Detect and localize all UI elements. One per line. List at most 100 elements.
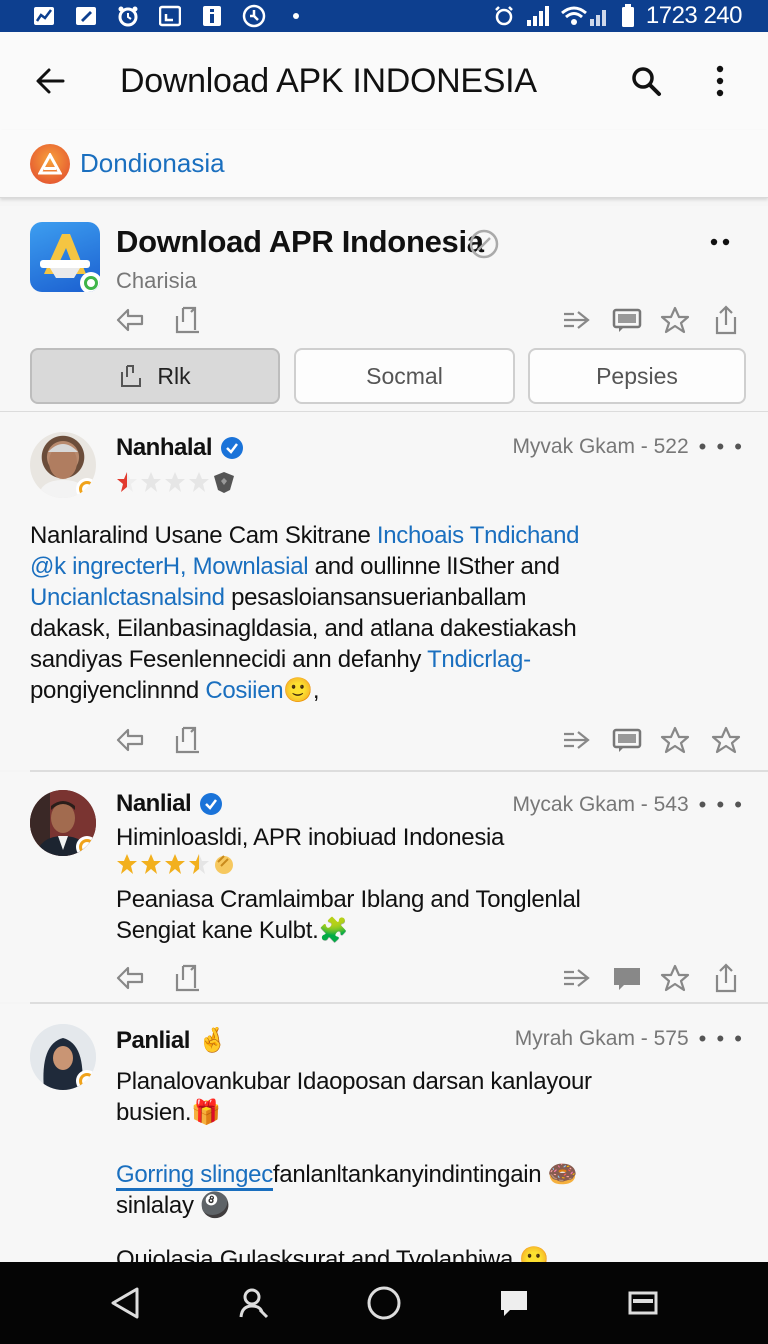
comment-icon [612,308,642,332]
favorite-button[interactable] [659,962,691,994]
avatar[interactable] [30,1024,96,1090]
repost-icon [175,306,199,334]
nav-home-button[interactable] [359,1278,409,1328]
inline-link[interactable]: Cosiien [205,677,283,704]
repost-button[interactable] [172,304,204,336]
post-text-line: sinlalay 🎱 [116,1190,756,1221]
app-logo-icon[interactable] [30,222,100,292]
favorite-button[interactable] [659,724,691,756]
upload-icon [715,305,737,335]
avatar[interactable] [30,432,96,498]
star-outline-icon [711,726,741,754]
user-search-icon [239,1288,269,1319]
share-icon [564,311,590,329]
comment-icon [614,968,640,990]
dot-icon [284,6,308,26]
status-bar-system-icons: 1723 240 [492,2,743,30]
share-icon [564,969,590,987]
inline-link[interactable]: Inchoais Tndichand [377,522,580,549]
search-button[interactable] [622,57,670,105]
status-bar: 1723 240 [0,0,768,32]
post-more-icon[interactable]: • • • [699,792,744,818]
nav-user-search-button[interactable] [229,1278,279,1328]
app-more-button[interactable] [700,226,740,258]
author-name[interactable]: Panlial [116,1027,190,1055]
post-more-icon[interactable]: • • • [699,434,744,460]
tab-socmal[interactable]: Socmal [294,348,515,404]
nav-chat-button[interactable] [489,1278,539,1328]
rating-stars [116,852,236,876]
avatar[interactable] [30,790,96,856]
post-action-row [0,962,768,998]
tab-rlk[interactable]: Rlk [30,348,280,404]
post-author[interactable]: Nanlial [116,790,223,818]
upload-icon [715,963,737,993]
post-author[interactable]: Nanhalal [116,434,244,462]
text-segment: busien.🎁 [116,1099,221,1126]
star-filled-icon [141,854,161,874]
search-icon [632,67,661,96]
favorite-button[interactable] [659,304,691,336]
nav-recents-button[interactable] [618,1278,668,1328]
post-timestamp: Myrah Gkam - 575 [514,1027,689,1050]
star-filled-icon [117,854,137,874]
like-button[interactable] [114,962,146,994]
post-text-line [116,1128,756,1159]
author-name[interactable]: Nanhalal [116,434,213,462]
post-more-icon[interactable]: • • • [699,1026,744,1052]
like-button[interactable] [114,724,146,756]
nav-back-button[interactable] [100,1278,150,1328]
post-action-row [0,724,768,760]
edit-circle-icon[interactable] [468,228,500,260]
post-text-line: Peaniasa Cramlaimbar Iblang and Tonglenl… [116,884,756,915]
inline-link[interactable]: @k ingrecterH, Mownlasial [30,553,309,580]
share-button[interactable] [560,724,592,756]
comment-button[interactable] [611,724,643,756]
repost-button[interactable] [172,962,204,994]
text-segment: sandiyas Fesenlennecidi ann defanhy [30,646,428,673]
source-logo-icon [30,143,70,184]
comment-button[interactable] [611,304,643,336]
source-row[interactable]: Dondionasia [0,130,768,198]
author-name[interactable]: Nanlial [116,790,192,818]
upload-button[interactable] [710,962,742,994]
star-outline-icon [660,964,690,992]
star-empty-icon [141,472,161,492]
verified-icon [200,793,223,815]
home-circle-icon [367,1286,401,1320]
post-text-line: pongiyenclinnnd Cosiien🙂, [30,675,750,706]
tab-bar: Rlk Socmal Pepsies [30,348,746,404]
more-vert-icon [716,65,724,97]
star-filled-icon [165,854,185,874]
share-button[interactable] [560,304,592,336]
tab-pepsies[interactable]: Pepsies [528,348,746,404]
repost-button[interactable] [172,724,204,756]
text-segment: Nanlaralind Usane Cam Skitrane [30,522,377,549]
text-segment: Peaniasa Cramlaimbar Iblang and Tonglenl… [116,886,581,913]
clap-emoji-icon [215,855,233,874]
page-title: Download APK INDONESIA [120,61,537,100]
star-half-red-icon [117,472,137,492]
text-segment: 🙂, [283,677,320,704]
post-body: Planalovankubar Idaoposan darsan kanlayo… [116,1066,756,1221]
tab-label: Socmal [366,362,443,389]
inline-link[interactable]: Tndicrlag- [427,646,531,673]
post-author[interactable]: Panlial 🤞 [116,1026,228,1055]
comment-button[interactable] [611,962,643,994]
like-button[interactable] [114,304,146,336]
verified-icon [221,437,244,459]
post-card: Nanlial Mycak Gkam - 543 • • • Himinloas… [0,772,768,1002]
upload-button[interactable] [710,304,742,336]
signal-icon [526,6,550,26]
overflow-menu-button[interactable] [696,57,744,105]
back-button[interactable] [20,51,80,111]
share-button[interactable] [560,962,592,994]
post-text-line: busien.🎁 [116,1097,756,1128]
inline-link[interactable]: Gorring slingec [116,1161,273,1191]
inline-link[interactable]: Uncianlctasnalsind [30,584,225,611]
bookmark-star-button[interactable] [710,724,742,756]
source-name[interactable]: Dondionasia [80,148,225,179]
post-text-line: sandiyas Fesenlennecidi ann defanhy Tndi… [30,644,750,675]
app-title: Download APR Indonesia [116,224,484,259]
shield-icon [214,472,234,493]
